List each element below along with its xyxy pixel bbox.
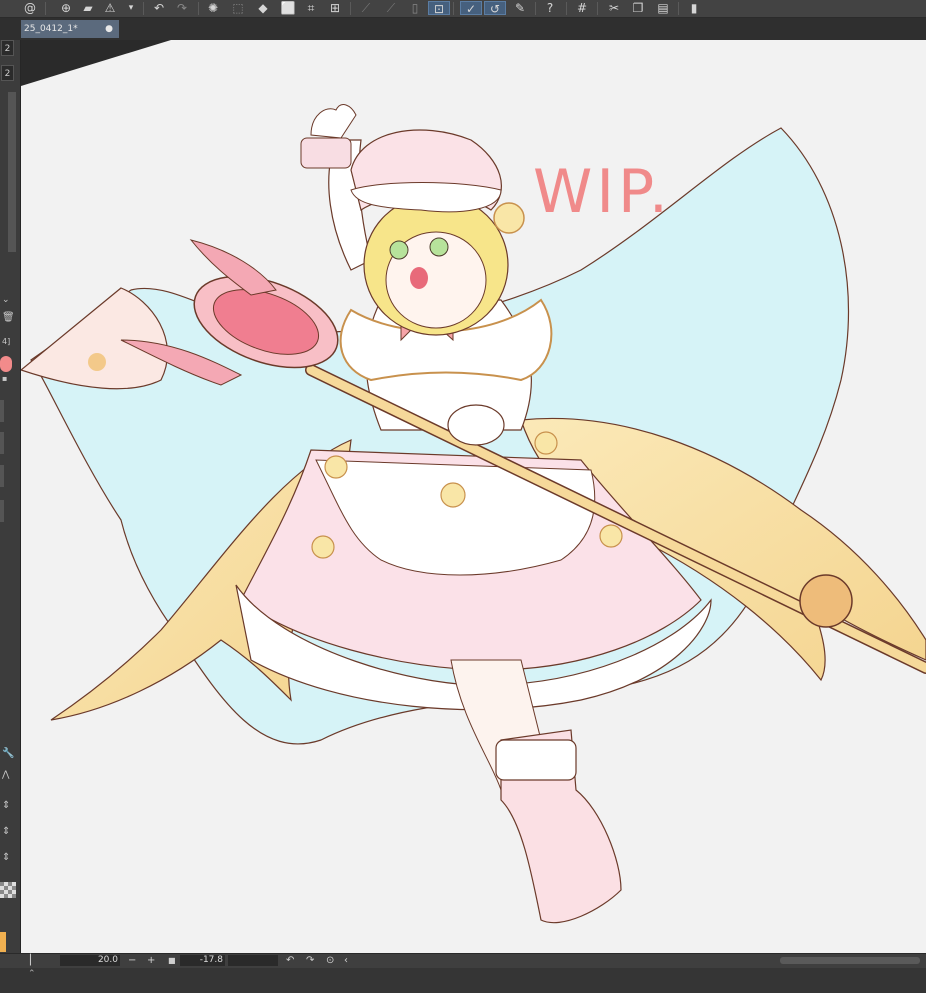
edit-icon[interactable]: ✎ [512,1,528,15]
left-side-panel: 2 2 ⌄ 🗑 4] ▪ 🔧 ⋀ ⇕ ⇕ ⇕ [0,40,21,953]
snap-icon[interactable]: ⊡ [428,1,450,16]
spiral-icon[interactable]: @ [22,1,38,15]
phone-icon[interactable]: ▮ [686,1,702,15]
zoom-out-button[interactable]: − [128,954,136,967]
left-eye [389,240,409,260]
cut-icon[interactable]: ✂ [606,1,622,15]
warning-icon[interactable]: ⚠ [102,1,118,15]
layer-label: 4] [2,337,11,346]
tab-document[interactable]: 25_0412_1* ● [21,20,119,38]
tab-modified-marker[interactable]: ● [105,20,113,38]
rotate-right-icon[interactable]: ↷ [306,954,314,967]
hat-flower [493,202,525,234]
scroll-left-icon[interactable]: ▏ [30,954,38,967]
rotation-field[interactable]: -17.8 [180,955,225,966]
wip-text: WIP. [533,157,672,227]
transform-icon[interactable]: ⬜ [280,1,296,15]
color-swatch[interactable] [0,356,12,372]
toolbar-separator [45,2,46,15]
staff-orb [799,574,853,628]
dropdown-icon[interactable]: ▾ [123,1,139,15]
loading-icon[interactable]: ✺ [205,1,221,15]
reset-rotation-icon[interactable]: ⊙ [326,954,334,967]
new-icon[interactable]: ⊕ [58,1,74,15]
lock-icon[interactable]: ▪ [2,374,7,383]
stepper-icon-2[interactable]: ⇕ [2,826,10,837]
toolbar-separator [535,2,536,15]
help-icon[interactable]: ? [542,1,558,15]
mesh-icon[interactable]: ⊞ [327,1,343,15]
panel-scrollbar[interactable] [8,92,16,252]
copy-icon[interactable]: ❐ [630,1,646,15]
zoom-in-button[interactable]: + [147,954,155,967]
toolbar-separator [566,2,567,15]
tab-title: 25_0412_1* [24,24,78,34]
dress-flower [311,535,335,559]
toolbar-separator [678,2,679,15]
transparency-swatch[interactable] [0,882,16,898]
layer-icon[interactable]: ▯ [407,1,423,15]
bottom-panel: ⌃ [0,968,926,993]
stepper-icon[interactable]: ⇕ [2,800,10,811]
rotate-left-icon[interactable]: ↶ [286,954,294,967]
wrench-icon[interactable]: 🔧 [2,748,14,759]
color-strip [0,932,6,952]
paste-icon[interactable]: ▤ [655,1,671,15]
boot-cuff [495,739,577,781]
panel-value-field[interactable]: 2 [1,40,14,56]
select-icon[interactable]: ⬚ [230,1,246,15]
expand-icon[interactable]: ⋀ [2,770,9,780]
dress-flower [440,482,466,508]
chevron-left-icon[interactable]: ‹ [344,954,348,967]
canvas-artwork[interactable]: WIP. [21,40,926,953]
ruler-icon[interactable]: ⟋ [358,1,374,15]
side-handle-3[interactable] [0,465,4,487]
flag-flower [88,353,106,371]
right-eye [429,237,449,257]
side-handle-2[interactable] [0,432,4,454]
side-handle-4[interactable] [0,500,4,522]
panel-value-field-2[interactable]: 2 [1,65,14,81]
undo-icon[interactable]: ↶ [151,1,167,15]
dress-flower [324,455,348,479]
toolbar-separator [597,2,598,15]
dress-flower [599,524,623,548]
toolbar-separator [198,2,199,15]
open-icon[interactable]: ▰ [80,1,96,15]
chevron-down-icon[interactable]: ⌄ [2,295,10,305]
grid-icon[interactable]: # [574,1,590,15]
horizontal-scrollbar[interactable] [780,957,920,964]
crop-icon[interactable]: ⌗ [303,1,319,15]
mouth [410,267,428,289]
zoom-field[interactable]: 20.0 [60,955,120,966]
ruler-icon-2[interactable]: ⟋ [383,1,399,15]
sleeve-cuff [300,137,352,169]
status-bar: ▏ 20.0 − + ■ -17.8 ↶ ↷ ⊙ ‹ [0,953,926,968]
curve-snap-icon[interactable]: ↺ [484,1,506,16]
fit-icon[interactable]: ■ [168,954,176,967]
fill-icon[interactable]: ◆ [255,1,271,15]
main-toolbar: @ ⊕ ▰ ⚠ ▾ ↶ ↷ ✺ ⬚ ◆ ⬜ ⌗ ⊞ ⟋ ⟋ ▯ ⊡ ✓ ↺ ✎ … [0,0,926,18]
pen-snap-icon[interactable]: ✓ [460,1,482,16]
toolbar-separator [143,2,144,15]
stepper-icon-3[interactable]: ⇕ [2,852,10,863]
canvas-area[interactable]: WIP. [21,40,926,953]
holding-hand [447,404,505,446]
trash-icon[interactable]: 🗑 [2,312,15,323]
side-handle[interactable] [0,400,4,422]
rotation-slider[interactable] [228,955,278,966]
expand-up-icon[interactable]: ⌃ [28,969,36,979]
dress-flower [534,431,558,455]
redo-icon[interactable]: ↷ [174,1,190,15]
toolbar-separator [453,2,454,15]
document-tab-bar: 25_0412_1* ● [0,18,926,40]
toolbar-separator [350,2,351,15]
